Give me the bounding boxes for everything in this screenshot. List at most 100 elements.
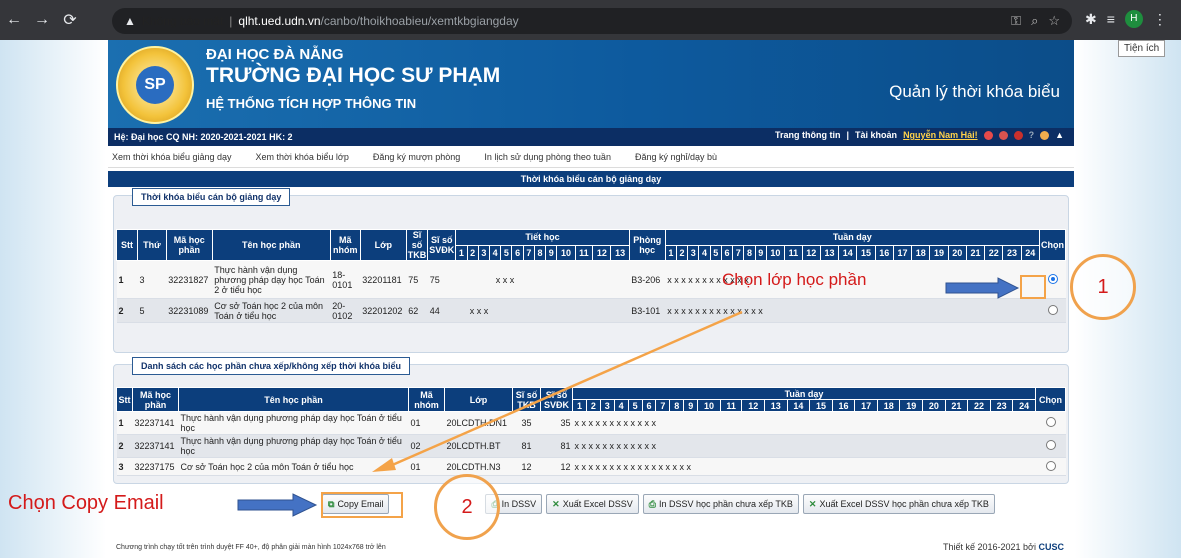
row-stt: 1 xyxy=(116,260,138,299)
forward-icon[interactable]: → xyxy=(28,11,56,29)
col-si-so-tkb: Sĩ số TKB xyxy=(405,229,429,261)
row-svdk: 35 xyxy=(540,411,573,435)
power-icon[interactable] xyxy=(983,130,993,140)
row-tuan: x x x x x x x x x x x x xyxy=(572,434,1036,458)
tuan-col-5: 5 xyxy=(709,244,722,261)
address-bar[interactable]: ▲ Không bảo mật | qlht.ued.udn.vn /canbo… xyxy=(112,8,1072,34)
zoom-icon[interactable]: ⌕ xyxy=(1031,13,1038,29)
menu-item-teaching-schedule[interactable]: Xem thời khóa biểu giảng dạy xyxy=(112,152,231,162)
row-tuan: x x x x x x x x x x x x x x xyxy=(665,298,1040,323)
tiet-col-3: 3 xyxy=(477,244,491,261)
select-radio[interactable] xyxy=(1045,440,1056,450)
tiet-col-1: 1 xyxy=(455,244,468,261)
tiet-col-5: 5 xyxy=(500,244,513,261)
menu-item-room-print[interactable]: In lịch sử dụng phòng theo tuần xyxy=(484,152,611,162)
row-svdk: 75 xyxy=(427,260,456,299)
row-svdk: 12 xyxy=(540,457,573,476)
star-icon[interactable]: ☆ xyxy=(1048,13,1060,29)
tuan-col-2: 2 xyxy=(585,399,601,412)
highlight-radio xyxy=(1020,275,1046,299)
status-divider: | xyxy=(846,130,850,140)
reading-list-icon[interactable]: ≡ xyxy=(1107,11,1115,27)
menu-item-room-booking[interactable]: Đăng ký mượn phòng xyxy=(373,152,460,162)
unscheduled-row[interactable]: 1 32237141 Thực hành vận dụng phương phá… xyxy=(116,411,1066,435)
tiet-col-6: 6 xyxy=(511,244,524,261)
row-ten: Thực hành vận dụng phương pháp dạy học T… xyxy=(178,411,409,435)
university-line3: HỆ THỐNG TÍCH HỢP THÔNG TIN xyxy=(206,96,417,111)
col-si-so-svdk: Sĩ số SVĐK xyxy=(540,387,573,412)
key-icon[interactable]: ⚿ xyxy=(1011,13,1021,29)
tuan-col-7: 7 xyxy=(732,244,745,261)
tiet-col-13: 13 xyxy=(610,244,630,261)
tiet-col-4: 4 xyxy=(488,244,502,261)
tuan-col-8: 8 xyxy=(743,244,756,261)
announce-icon[interactable] xyxy=(1040,130,1050,140)
tuan-col-15: 15 xyxy=(856,244,876,261)
footer-credit-brand: CUSC xyxy=(1038,542,1064,552)
menu-item-leave-request[interactable]: Đăng ký nghỉ/dạy bù xyxy=(635,152,717,162)
tuan-col-24: 24 xyxy=(1020,244,1041,261)
schedule-table: Stt Thứ Mã học phần Tên học phần Mã nhóm… xyxy=(115,229,1066,323)
row-tkb: 35 xyxy=(512,411,541,435)
tuan-col-6: 6 xyxy=(720,244,734,261)
col-ma-hp: Mã học phần xyxy=(165,229,213,261)
step-marker-1: 1 xyxy=(1070,254,1136,320)
row-tuan: x x x x x x x x x x x x x x x x x xyxy=(572,457,1036,476)
xuat-excel-chua-xep-button[interactable]: ✕ Xuất Excel DSSV học phần chưa xếp TKB xyxy=(802,494,995,514)
row-tiet: x x x xyxy=(455,260,630,299)
tuan-col-19: 19 xyxy=(899,399,924,412)
warning-icon[interactable]: ▲ xyxy=(124,14,136,28)
col-phong: Phòng học xyxy=(628,229,666,261)
row-phong: B3-101 xyxy=(629,298,666,323)
select-radio[interactable] xyxy=(1045,417,1056,427)
row-tuan: x x x x x x x x x x x x xyxy=(572,411,1036,435)
stop-icon[interactable] xyxy=(1013,130,1023,140)
tiet-col-10: 10 xyxy=(556,244,576,261)
back-icon[interactable]: ← xyxy=(0,11,28,29)
avatar[interactable]: H xyxy=(1124,10,1143,28)
menu-item-class-schedule[interactable]: Xem thời khóa biểu lớp xyxy=(255,152,348,162)
tuan-col-23: 23 xyxy=(1002,244,1022,261)
tuan-col-2: 2 xyxy=(675,244,689,261)
collapse-icon[interactable]: ▲ xyxy=(1055,130,1064,140)
tuan-col-6: 6 xyxy=(641,399,657,412)
schedule-row[interactable]: 1 3 32231827 Thực hành vận dụng phương p… xyxy=(116,260,1066,299)
tuan-col-4: 4 xyxy=(613,399,629,412)
row-ma: 32237141 xyxy=(132,434,179,458)
schedule-row[interactable]: 2 5 32231089 Cơ sở Toán học 2 của môn To… xyxy=(116,298,1066,323)
unscheduled-row[interactable]: 3 32237175 Cơ sở Toán học 2 của môn Toán… xyxy=(116,457,1066,476)
select-radio[interactable] xyxy=(1047,273,1058,284)
col-tiet-hoc: Tiết học xyxy=(455,229,630,246)
account-label: Tài khoản xyxy=(855,130,898,140)
info-link[interactable]: Trang thông tin xyxy=(775,130,841,140)
tuan-col-3: 3 xyxy=(687,244,700,261)
unscheduled-row[interactable]: 2 32237141 Thực hành vận dụng phương phá… xyxy=(116,434,1066,458)
row-ma: 32237141 xyxy=(132,411,179,435)
help-icon[interactable]: ? xyxy=(1029,130,1035,140)
select-radio[interactable] xyxy=(1047,304,1058,315)
tuan-col-4: 4 xyxy=(698,244,711,261)
row-ten: Thực hành vận dụng phương pháp dạy học T… xyxy=(178,434,409,458)
excel-icon: ✕ xyxy=(808,498,817,509)
more-menu-icon[interactable]: ⋮ xyxy=(1153,11,1167,28)
account-link[interactable]: Nguyễn Nam Hải! xyxy=(903,130,978,140)
select-radio[interactable] xyxy=(1045,460,1056,471)
tuan-col-11: 11 xyxy=(784,244,803,261)
row-nhom: 01 xyxy=(408,457,445,476)
extensions-icon[interactable]: ✱ xyxy=(1085,11,1097,28)
tuan-col-20: 20 xyxy=(922,399,946,412)
in-dssv-chua-xep-button[interactable]: ⎙ In DSSV học phần chưa xếp TKB xyxy=(642,494,799,514)
tiet-col-12: 12 xyxy=(592,244,612,261)
reload-icon[interactable]: ⟳ xyxy=(56,10,84,30)
xuat-excel-button[interactable]: ✕ Xuất Excel DSSV xyxy=(546,494,639,514)
tuan-col-13: 13 xyxy=(819,244,840,261)
row-ten: Thực hành vận dụng phương pháp dạy học T… xyxy=(212,260,331,299)
col-tuan-day: Tuần dạy xyxy=(572,387,1036,400)
footer-credit: Thiết kế 2016-2021 bởi CUSC xyxy=(943,542,1064,552)
tuan-col-16: 16 xyxy=(874,244,894,261)
mail-icon[interactable] xyxy=(998,130,1008,140)
row-nhom: 20-0102 xyxy=(330,298,361,323)
row-stt: 3 xyxy=(116,457,133,476)
row-ma: 32237175 xyxy=(132,457,179,476)
step-marker-2: 2 xyxy=(434,474,500,540)
